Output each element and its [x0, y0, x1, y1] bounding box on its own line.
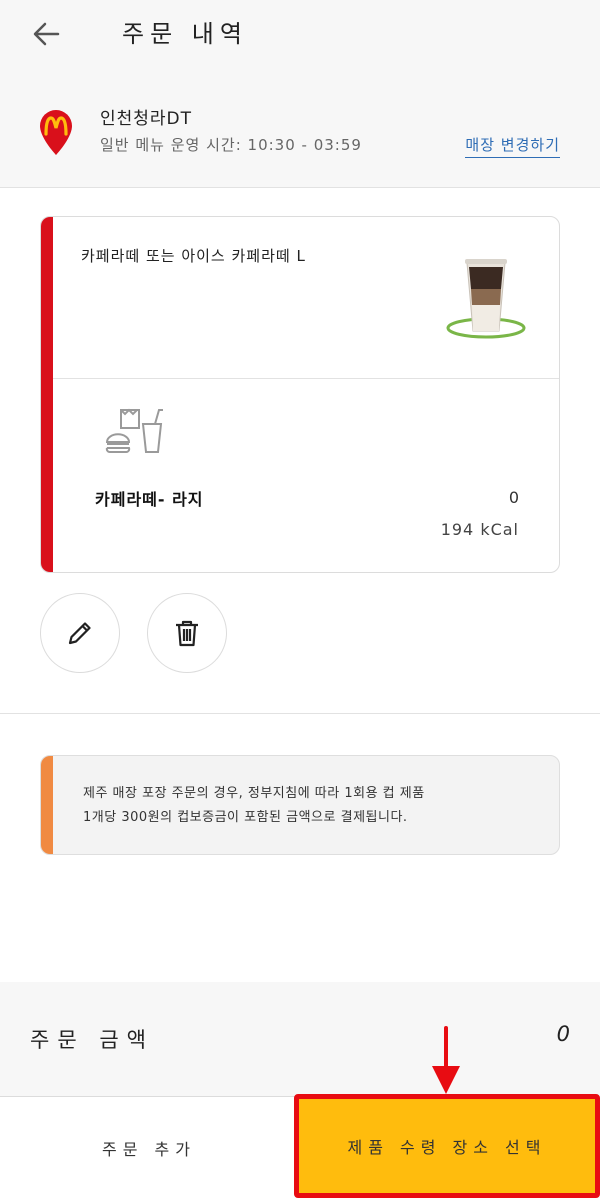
option-name: 카페라떼- 라지	[95, 490, 204, 509]
mcdonalds-logo-icon	[40, 110, 72, 155]
notice-line-1: 제주 매장 포장 주문의 경우, 정부지침에 따라 1회용 컵 제품	[83, 786, 425, 801]
notice-accent	[41, 756, 53, 854]
add-order-button[interactable]: 주문 추가	[0, 1096, 298, 1198]
edit-button[interactable]	[40, 593, 120, 673]
order-item-options: 카페라떼- 라지 0 194 kCal	[53, 380, 559, 572]
cup-deposit-notice: 제주 매장 포장 주문의 경우, 정부지침에 따라 1회용 컵 제품 1개당 3…	[40, 755, 560, 855]
trash-icon	[176, 620, 198, 647]
item-name: 카페라떼 또는 아이스 카페라떼 L	[81, 247, 306, 265]
notice-line-2: 1개당 300원의 컵보증금이 포함된 금액으로 결제됩니다.	[83, 810, 408, 825]
pencil-icon	[68, 622, 91, 645]
page-title: 주문 내역	[122, 20, 248, 48]
total-value: 0	[556, 1022, 570, 1046]
combo-meal-icon	[105, 408, 163, 453]
total-label: 주문 금액	[30, 1028, 154, 1052]
order-item-header: 카페라떼 또는 아이스 카페라떼 L	[53, 217, 559, 379]
store-hours: 일반 메뉴 운영 시간: 10:30 - 03:59	[100, 136, 362, 154]
option-price: 0	[508, 488, 519, 507]
back-button[interactable]	[26, 14, 66, 54]
select-pickup-location-button[interactable]: 제품 수령 장소 선택	[294, 1094, 600, 1198]
order-item-card: 카페라떼 또는 아이스 카페라떼 L 카페라떼- 라지 0 194 kCal	[40, 216, 560, 573]
header: 주문 내역	[0, 0, 600, 66]
arrow-left-icon	[33, 22, 60, 46]
arrow-down-icon	[432, 1026, 460, 1094]
iced-cafe-latte-image	[446, 259, 526, 339]
store-info: 인천청라DT 일반 메뉴 운영 시간: 10:30 - 03:59 매장 변경하…	[0, 100, 600, 170]
card-accent	[41, 217, 53, 572]
delete-button[interactable]	[147, 593, 227, 673]
store-name: 인천청라DT	[100, 109, 193, 129]
notice-text: 제주 매장 포장 주문의 경우, 정부지침에 따라 1회용 컵 제품 1개당 3…	[83, 782, 529, 830]
change-store-link[interactable]: 매장 변경하기	[465, 134, 560, 158]
option-kcal: 194 kCal	[440, 520, 519, 539]
section-divider	[0, 713, 600, 714]
